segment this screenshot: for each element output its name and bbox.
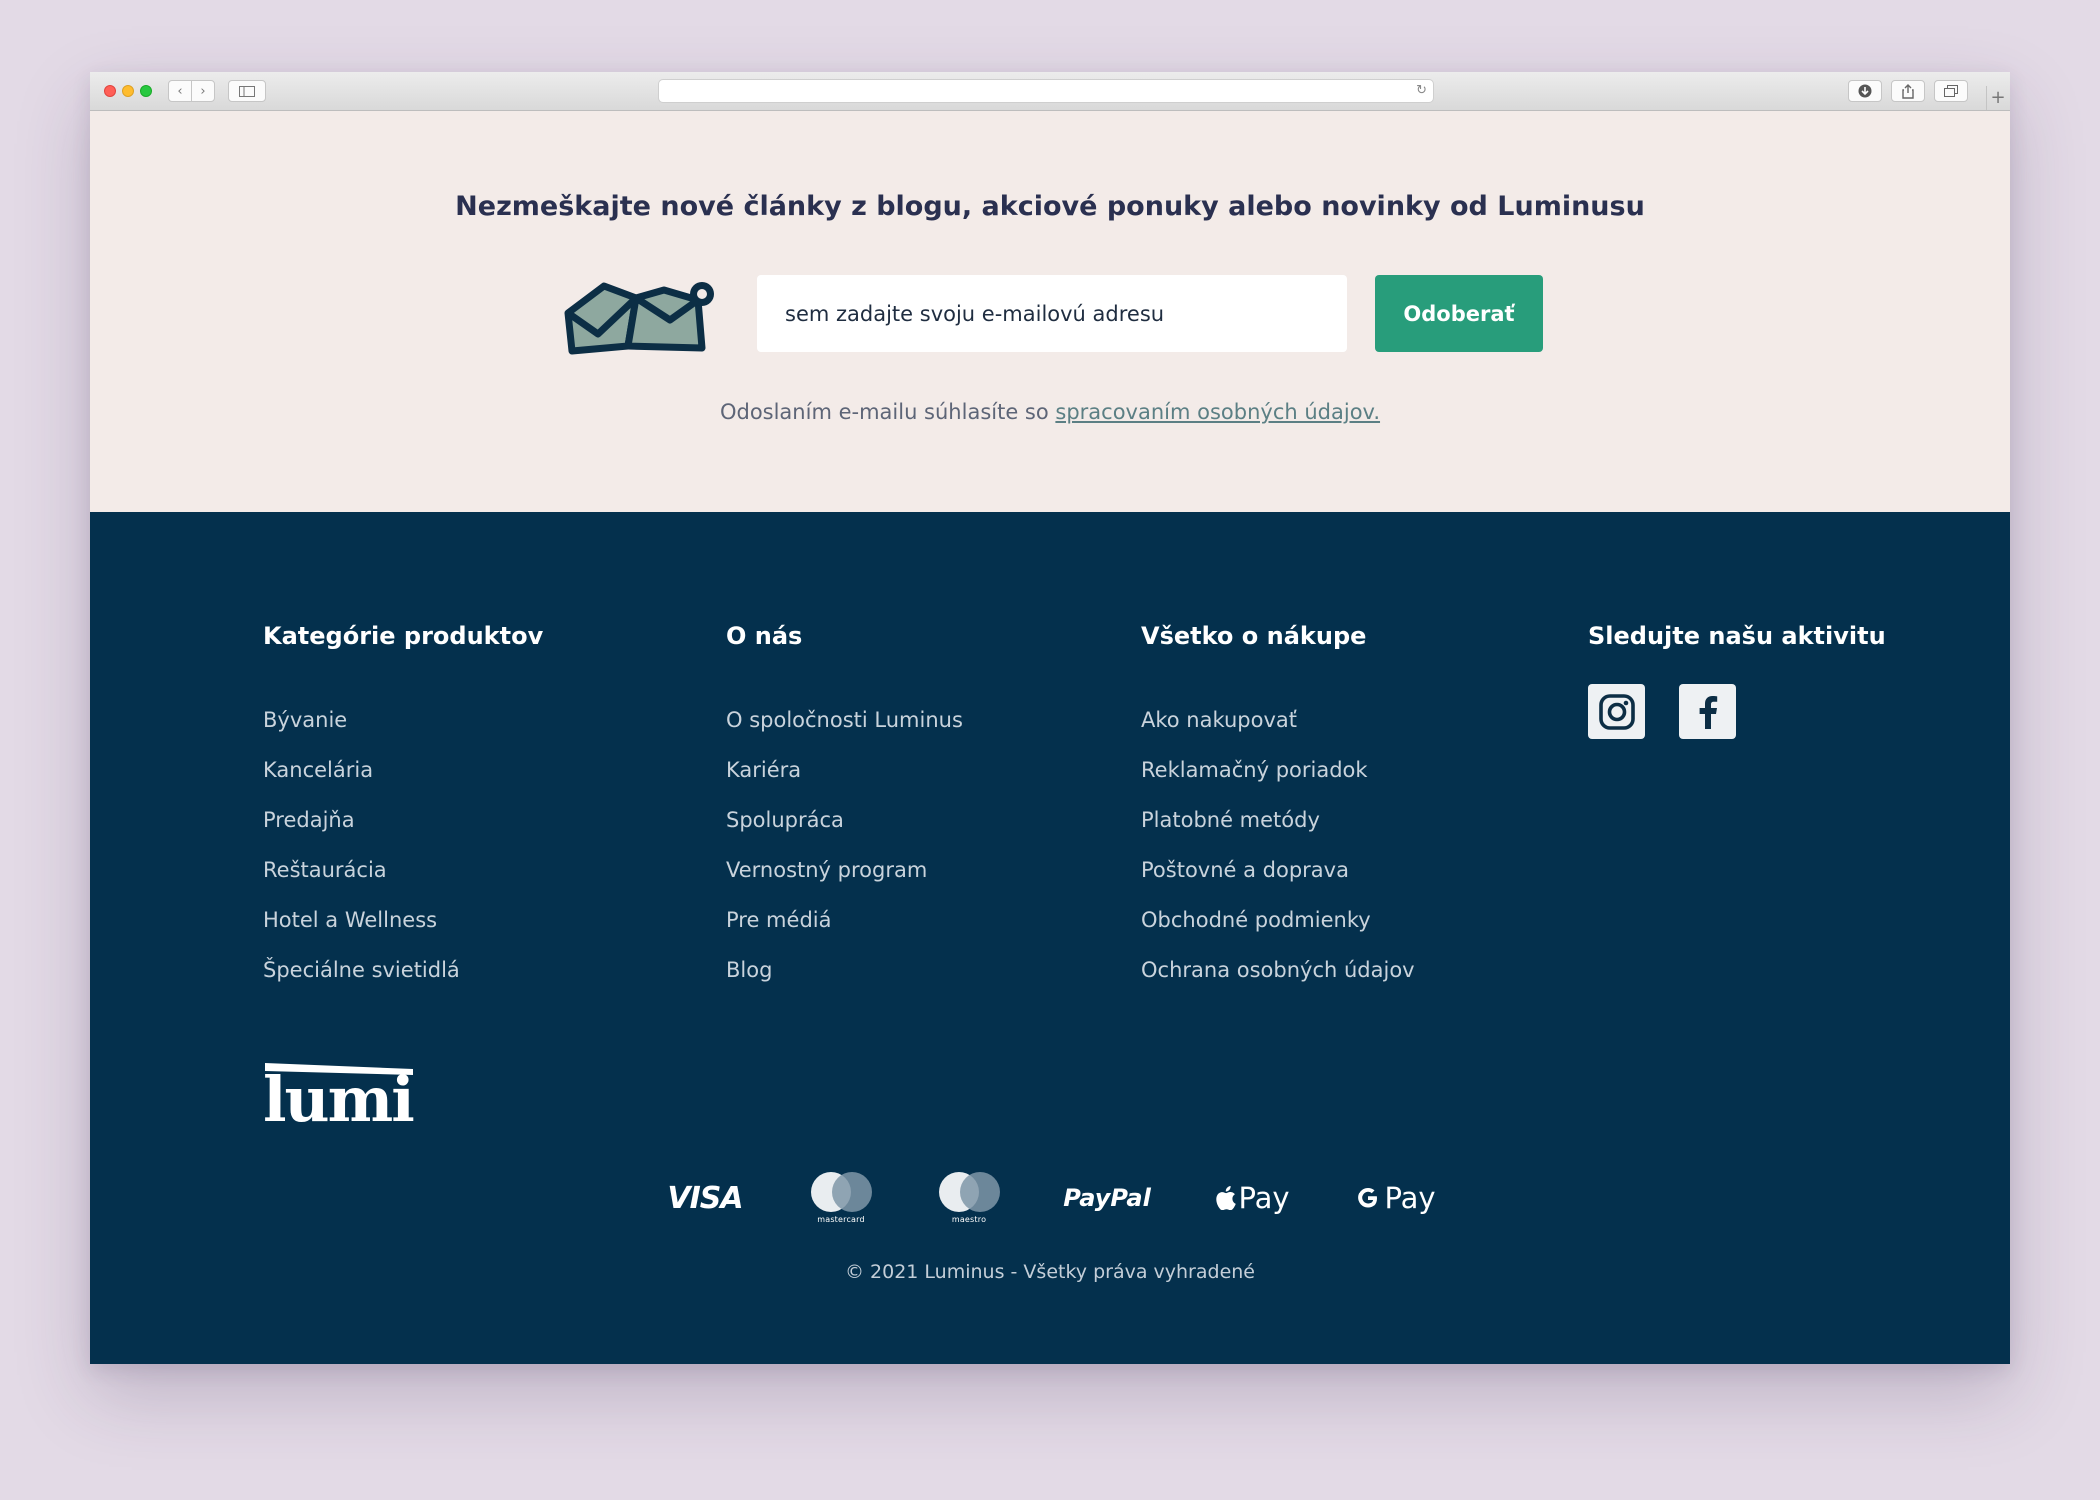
footer-column-categories: Kategórie produktov Bývanie Kancelária P… [263,622,543,1008]
plus-icon: + [1990,87,2006,108]
consent-text: Odoslaním e-mailu súhlasíte so spracovan… [90,400,2010,424]
footer-link[interactable]: Obchodné podmienky [1141,908,1415,958]
subscribe-button[interactable]: Odoberať [1375,275,1543,352]
chevron-right-icon: › [200,83,206,99]
tabs-icon [1944,85,1958,97]
chevron-left-icon: ‹ [177,83,183,99]
facebook-link[interactable] [1679,684,1736,739]
footer-column-social: Sledujte našu aktivitu [1588,622,1886,739]
paypal-logo: PayPal [1063,1184,1151,1212]
reload-icon[interactable]: ↻ [1416,83,1427,98]
share-button[interactable] [1891,80,1925,102]
link-list: Bývanie Kancelária Predajňa Reštaurácia … [263,708,543,1008]
footer-link[interactable]: Platobné metódy [1141,808,1415,858]
footer-link[interactable]: Spolupráca [726,808,963,858]
apple-icon [1216,1186,1237,1210]
privacy-policy-link[interactable]: spracovaním osobných údajov. [1055,400,1380,424]
link-list: O spoločnosti Luminus Kariéra Spolupráca… [726,708,963,1008]
apple-pay-text: Pay [1238,1181,1290,1215]
address-bar[interactable]: ↻ [658,79,1434,103]
instagram-link[interactable] [1588,684,1645,739]
footer-column-about: O nás O spoločnosti Luminus Kariéra Spol… [726,622,963,1008]
column-heading: Všetko o nákupe [1141,622,1367,650]
social-links [1588,684,1886,739]
footer-link[interactable]: Predajňa [263,808,543,858]
forward-button[interactable]: › [191,80,215,102]
lumi-logo: lumi [263,1063,415,1125]
payment-methods: VISA mastercard maestro PayPal Pay Pay [90,1170,2010,1226]
mastercard-caption: mastercard [817,1215,865,1224]
download-icon [1858,84,1872,98]
downloads-button[interactable] [1848,80,1882,102]
new-tab-button[interactable]: + [1986,86,2009,110]
back-button[interactable]: ‹ [168,80,192,102]
minimize-window-button[interactable] [122,85,134,97]
footer-link[interactable]: Kancelária [263,758,543,808]
footer-link[interactable]: Reštaurácia [263,858,543,908]
google-pay-text: Pay [1384,1181,1436,1215]
visa-logo: VISA [667,1180,743,1216]
mastercard-logo: mastercard [809,1170,873,1226]
zoom-window-button[interactable] [140,85,152,97]
close-window-button[interactable] [104,85,116,97]
sidebar-icon [239,85,255,97]
footer-link[interactable]: Ako nakupovať [1141,708,1415,758]
footer-link[interactable]: Reklamačný poriadok [1141,758,1415,808]
maestro-caption: maestro [951,1215,987,1224]
maestro-circles-icon [939,1172,1000,1212]
google-pay-logo: Pay [1355,1170,1437,1226]
column-heading: O nás [726,622,803,650]
footer-link[interactable]: Poštovné a doprava [1141,858,1415,908]
instagram-icon [1598,693,1635,730]
column-heading: Kategórie produktov [263,622,544,650]
newsletter-title: Nezmeškajte nové články z blogu, akciové… [455,191,1645,222]
consent-prefix: Odoslaním e-mailu súhlasíte so [719,400,1056,424]
footer-link[interactable]: Bývanie [263,708,543,758]
facebook-icon [1699,695,1717,729]
envelope-icon [564,282,714,355]
sidebar-toggle-button[interactable] [228,80,266,102]
footer-link[interactable]: Špeciálne svietidlá [263,958,543,1008]
footer-link[interactable]: Vernostný program [726,858,963,908]
footer-column-shopping: Všetko o nákupe Ako nakupovať Reklamačný… [1141,622,1415,1008]
browser-window: ‹ › ↻ + Nezmeškajte nové články z blogu,… [90,72,2010,1364]
mastercard-circles-icon [811,1172,872,1212]
site-footer: Kategórie produktov Bývanie Kancelária P… [90,512,2010,1364]
tab-overview-button[interactable] [1934,80,1968,102]
email-input[interactable] [757,275,1347,352]
logo-text: lumi [263,1063,414,1125]
browser-toolbar: ‹ › ↻ + [90,72,2010,111]
google-g-icon [1358,1188,1378,1208]
footer-link[interactable]: Hotel a Wellness [263,908,543,958]
footer-link[interactable]: Blog [726,958,963,1008]
copyright-text: © 2021 Luminus - Všetky práva vyhradené [845,1261,1255,1283]
apple-pay-logo: Pay [1211,1170,1295,1226]
newsletter-section: Nezmeškajte nové články z blogu, akciové… [90,111,2010,512]
maestro-logo: maestro [937,1170,1001,1226]
column-heading: Sledujte našu aktivitu [1588,622,1886,650]
footer-link[interactable]: Kariéra [726,758,963,808]
share-icon [1902,83,1914,99]
footer-link[interactable]: Pre médiá [726,908,963,958]
footer-link[interactable]: Ochrana osobných údajov [1141,958,1415,1008]
footer-link[interactable]: O spoločnosti Luminus [726,708,963,758]
link-list: Ako nakupovať Reklamačný poriadok Platob… [1141,708,1415,1008]
